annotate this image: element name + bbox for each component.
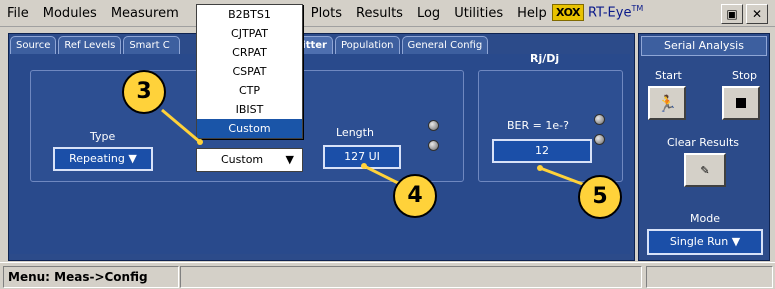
status-bar: Menu: Meas->Config <box>0 262 775 289</box>
status-cell-right <box>646 266 773 288</box>
status-cell-main <box>180 266 642 288</box>
callout-leaders <box>161 108 586 187</box>
callout-4: 4 <box>393 174 437 218</box>
callout-5: 5 <box>578 175 622 219</box>
callout-3: 3 <box>122 70 166 114</box>
status-text: Menu: Meas->Config <box>3 266 179 288</box>
